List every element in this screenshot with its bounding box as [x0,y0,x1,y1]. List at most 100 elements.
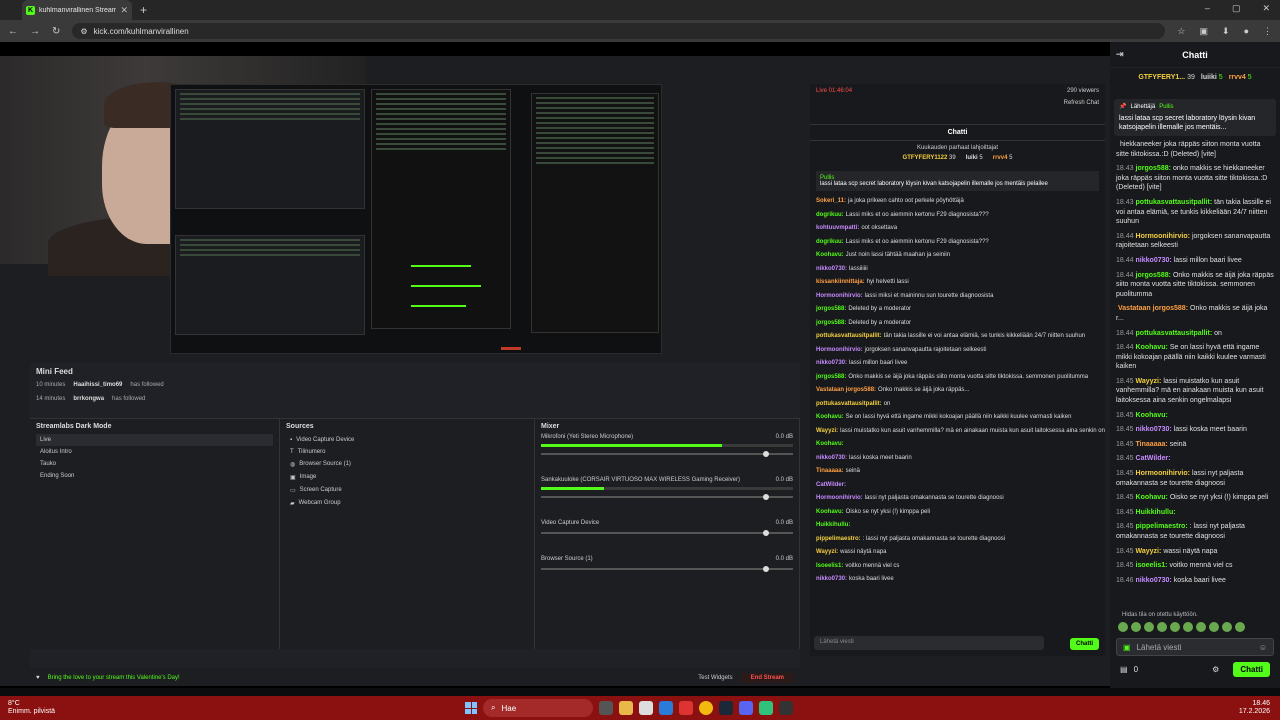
steam-icon[interactable] [719,701,733,715]
maximize-button[interactable]: ▢ [1232,3,1241,14]
mixer-channel-name: Sankakuuloke (CORSAIR VIRTUOSO MAX WIREL… [541,477,740,483]
emote-icon[interactable] [1235,622,1245,632]
source-item[interactable]: T Tilinumero [286,446,528,458]
leader-entry: GTFYFERY1122 39 [903,155,956,161]
stream-chat-input[interactable]: Lähetä viesti [814,636,1044,650]
kick-pinned-message[interactable]: 📌 Lähettäjä Pullis lassi lataa scp secret … [1114,99,1276,136]
taskbar-clock[interactable]: 18.46 17.2.2026 [1239,700,1270,716]
emote-icon[interactable] [1222,622,1232,632]
source-item[interactable]: ◍ Browser Source (1) [286,458,528,471]
task-view-icon[interactable] [599,701,613,715]
chrome-icon[interactable] [699,701,713,715]
forward-icon[interactable]: → [30,26,40,37]
streamlabs-icon[interactable] [759,701,773,715]
mixer-channel: Video Capture Device 0.0 dB [541,520,793,536]
chat-username: Huikkihullu: [1135,508,1176,516]
points-icon[interactable]: ▤ [1120,665,1128,674]
chat-message: Sokeri_11: ja joka prikeen cahto oot perk… [810,195,1105,209]
downloads-icon[interactable]: ⬇ [1222,26,1230,37]
chat-username: nikko0730: [816,265,848,272]
kick-chat-send-button[interactable]: Chatti [1233,662,1270,677]
refresh-chat-button[interactable]: Refresh Chat [816,100,1099,106]
reload-icon[interactable]: ↻ [52,26,60,37]
volume-slider[interactable] [541,451,793,457]
emote-icon[interactable] [1131,622,1141,632]
clock-date: 17.2.2026 [1238,708,1270,715]
browser-menu-icon[interactable]: ⋮ [1263,26,1272,37]
volume-slider-handle[interactable] [763,451,769,457]
taskbar-search[interactable]: ⌕ Hae [483,699,593,717]
extensions-icon[interactable]: ▣ [1200,26,1209,37]
source-item[interactable]: ▭ Screen Capture [286,484,528,497]
volume-slider[interactable] [541,494,793,500]
leader-entry: rrvv4 5 [1229,74,1252,81]
leader-value: 5 [979,155,983,161]
emoji-icon[interactable]: ☺ [1259,643,1267,652]
new-tab-button[interactable]: + [140,3,147,17]
app-icon[interactable] [779,701,793,715]
emote-icon[interactable] [1118,622,1128,632]
chat-username: Koohavu: [816,508,844,515]
site-info-icon[interactable]: ⚙ [80,27,87,36]
discord-icon[interactable] [739,701,753,715]
chat-settings-icon[interactable]: ⚙ [1212,665,1219,674]
scene-item[interactable]: Ending Soon [36,470,273,482]
scene-item[interactable]: Aloitus Intro [36,446,273,458]
volume-slider[interactable] [541,566,793,572]
profile-icon[interactable]: ● [1244,26,1249,37]
kick-chat-input[interactable]: ▣ Lähetä viesti ☺ [1116,638,1274,656]
volume-slider[interactable] [541,530,793,536]
volume-slider-handle[interactable] [763,530,769,536]
scene-item[interactable]: Live [36,434,273,446]
promo-banner[interactable]: Bring the love to your stream this Valen… [48,675,180,681]
emote-icon[interactable] [1144,622,1154,632]
chat-text: on [1214,329,1222,337]
source-item[interactable]: ▣ Image [286,471,528,484]
test-widgets-button[interactable]: Test Widgets [698,675,732,681]
emote-icon[interactable] [1209,622,1219,632]
bookmark-star-icon[interactable]: ☆ [1177,26,1185,37]
collapse-chat-icon[interactable]: ⇥ [1116,49,1124,60]
scene-item[interactable]: Tauko [36,458,273,470]
windows-start-icon[interactable] [465,702,477,714]
mixer-channel-name: Video Capture Device [541,520,600,526]
chat-text: : lassi nyt paljasta omakannasta se tour… [862,535,1006,542]
chat-username: nikko0730: [816,454,848,461]
emote-icon[interactable] [1183,622,1193,632]
back-icon[interactable]: ← [8,26,18,37]
stream-video[interactable]: Mini Feed 10 minutes Haaihissi_timo69 ha… [0,56,1110,686]
chat-text: voitko mennä viel cs [1169,562,1233,570]
volume-slider-handle[interactable] [763,494,769,500]
emote-icon[interactable] [1170,622,1180,632]
chat-username: jorgos588: [1135,165,1171,173]
pinned-text: lassi lataa scp secret laboratory löysin… [1119,115,1256,131]
emote-icon[interactable] [1157,622,1167,632]
close-tab-icon[interactable]: ✕ [120,5,128,16]
kick-logo-icon: ▣ [1123,642,1131,652]
source-label: Video Capture Device [296,437,355,443]
chat-username: Huikkihullu: [816,522,851,528]
stream-chat-send-button[interactable]: Chatti [1070,638,1099,650]
source-item[interactable]: ▰ Webcam Group [286,497,528,510]
source-item[interactable]: ▪ Video Capture Device [286,434,528,446]
file-explorer-icon[interactable] [619,701,633,715]
chat-message: 18.45 Koohavu: [1116,411,1274,421]
chat-message: Huikkihullu: [810,519,1105,533]
browser-tab[interactable]: K kuhlmanvirallinen Stream ✕ [22,0,132,20]
kick-page: Mini Feed 10 minutes Haaihissi_timo69 ha… [0,42,1280,688]
url-field[interactable]: ⚙ kick.com/kuhlmanvirallinen [72,23,1166,39]
source-icon: ▣ [290,475,296,481]
mini-feed-user: Haaihissi_timo69 [73,382,123,388]
emote-icon[interactable] [1196,622,1206,632]
opera-icon[interactable] [679,701,693,715]
leader-entry: rrvv4 5 [993,155,1013,161]
mixer-title: Mixer [541,423,560,430]
close-window-button[interactable]: ✕ [1262,3,1270,14]
end-stream-button[interactable]: End Stream [740,673,794,683]
weather-widget[interactable]: 8°C Enimm. pilvistä [8,700,55,716]
chat-message: 18.43 pottukasvattausitpallit: tän takia l… [1116,198,1274,227]
notepad-icon[interactable] [639,701,653,715]
mail-icon[interactable] [659,701,673,715]
volume-slider-handle[interactable] [763,566,769,572]
minimize-button[interactable]: – [1205,3,1210,14]
